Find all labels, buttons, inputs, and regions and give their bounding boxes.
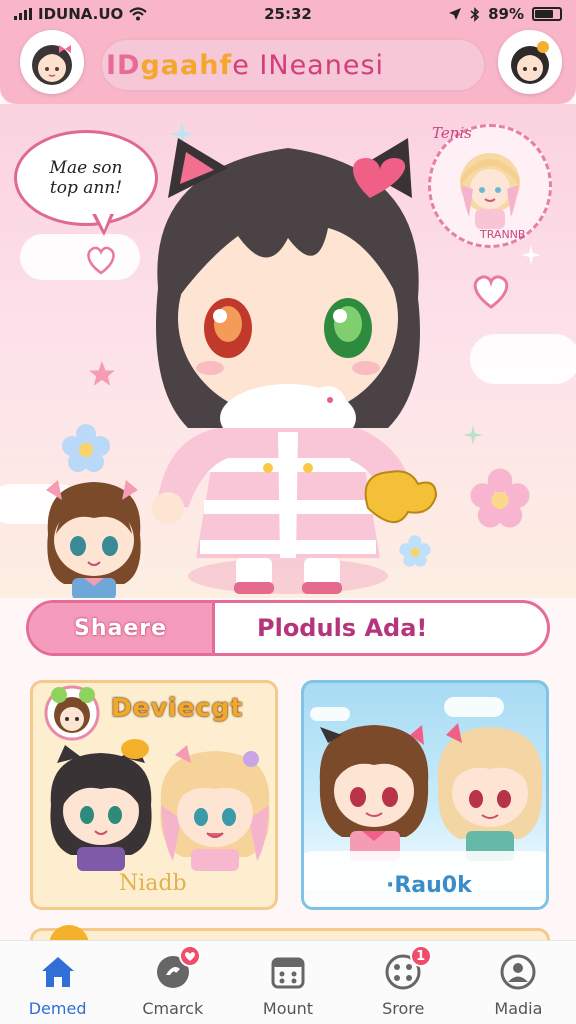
feature-card-right[interactable]: ·Rau0k xyxy=(301,680,549,910)
store-badge: 1 xyxy=(409,945,432,967)
app-title: ID gaahf e INeanesi xyxy=(100,38,486,92)
carrier-name: IDUNA.UO xyxy=(38,5,124,23)
tab-label: Mount xyxy=(262,999,314,1018)
location-arrow-icon xyxy=(449,8,462,20)
tab-chat[interactable]: Cmarck xyxy=(115,941,230,1024)
app-title-part1: ID xyxy=(106,49,141,81)
tab-profile[interactable]: Madia xyxy=(461,941,576,1024)
profile-icon xyxy=(500,954,536,990)
small-chibi-brunette xyxy=(46,480,141,598)
heart-outline-icon xyxy=(87,246,115,275)
speech-line1: Mae son xyxy=(49,158,123,178)
tab-label: Madia xyxy=(494,999,543,1018)
bottom-tab-bar: Demed Cmarck Mount 1 Srore Madia xyxy=(0,940,576,1024)
cloud xyxy=(470,334,576,384)
frame-caption-bottom: TRANNB xyxy=(480,228,526,241)
calendar-icon xyxy=(271,957,305,989)
signal-icon xyxy=(14,8,32,20)
heart-icon xyxy=(185,951,196,961)
feature-card-left[interactable]: Deviecgt Niadb xyxy=(30,680,278,910)
speech-line2: top ann! xyxy=(49,178,123,198)
home-icon xyxy=(41,957,74,987)
card-footer: Niadb xyxy=(119,871,187,896)
flower-icon xyxy=(470,468,530,528)
status-left: IDUNA.UO xyxy=(14,5,148,23)
sparkle-icon xyxy=(520,244,542,266)
sparkle-icon xyxy=(462,424,484,446)
status-right: 89% xyxy=(448,5,562,23)
tab-label: Cmarck xyxy=(142,999,204,1018)
battery-percent: 89% xyxy=(488,5,524,23)
tab-label: Srore xyxy=(382,999,425,1018)
card-title: Deviecgt xyxy=(111,693,244,722)
user-avatar[interactable] xyxy=(20,30,84,94)
share-bar: Shaere Ploduls Ada! xyxy=(26,600,550,656)
friend-avatar[interactable] xyxy=(498,30,562,94)
card-footer: ·Rau0k xyxy=(386,873,472,898)
tab-store[interactable]: 1 Srore xyxy=(346,941,461,1024)
avatar-girl-icon xyxy=(32,45,72,85)
avatar-chibi-icon xyxy=(511,41,549,84)
tab-home[interactable]: Demed xyxy=(0,941,115,1024)
card-illustration-two-girls xyxy=(50,739,270,871)
star-icon xyxy=(89,361,115,386)
main-chibi-character xyxy=(152,138,438,594)
tab-label: Demed xyxy=(28,999,87,1018)
status-bar: IDUNA.UO 25:32 89% xyxy=(0,0,576,28)
app-header: ID gaahf e INeanesi xyxy=(0,28,576,104)
speech-bubble-tail-fill xyxy=(95,212,111,230)
card-avatar-icon xyxy=(44,685,100,741)
share-promo-text[interactable]: Ploduls Ada! xyxy=(215,603,547,653)
battery-icon xyxy=(532,7,562,21)
bluetooth-icon xyxy=(470,6,480,22)
heart-outline-icon xyxy=(473,275,509,309)
wifi-icon xyxy=(129,7,148,21)
card-illustration-two-friends xyxy=(319,723,543,861)
flower-icon xyxy=(62,424,110,472)
tab-calendar[interactable]: Mount xyxy=(230,941,345,1024)
notification-badge xyxy=(179,945,202,967)
app-title-part2: gaahf xyxy=(140,49,233,81)
share-button[interactable]: Shaere xyxy=(29,603,215,653)
hero-illustration: Mae son top ann! Tenis TRANNB xyxy=(0,104,576,598)
app-title-part3: e INeanesi xyxy=(232,49,385,81)
